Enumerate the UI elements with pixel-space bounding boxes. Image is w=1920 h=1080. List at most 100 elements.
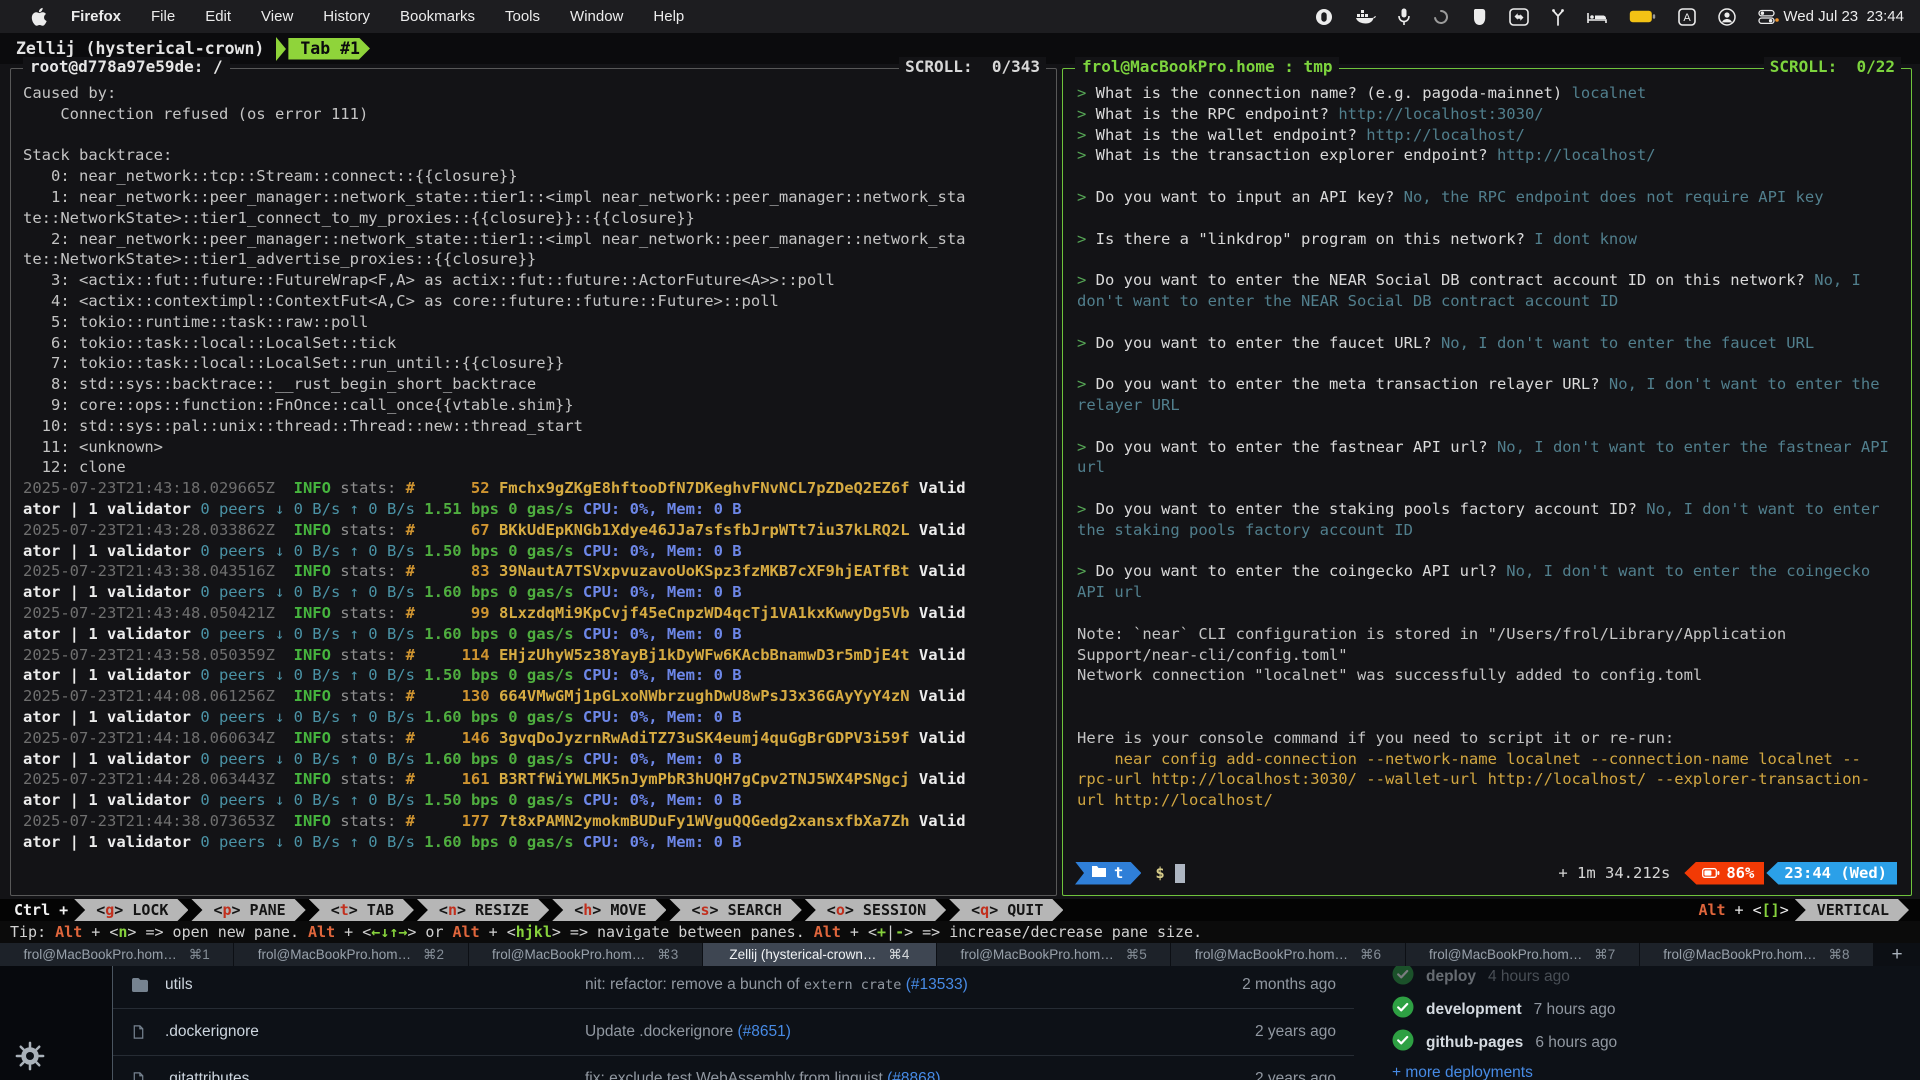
account-icon[interactable] <box>1718 8 1736 26</box>
battery-icon[interactable] <box>1629 10 1656 23</box>
active-app-name[interactable]: Firefox <box>71 8 121 25</box>
browser-tab-2[interactable]: frol@MacBookPro.hom…⌘2 <box>234 943 468 966</box>
settings-gear-icon[interactable] <box>14 1040 46 1072</box>
prompt-status-right: + 1m 34.212s 86% 23:44 (Wed) <box>1558 862 1897 885</box>
control-center-icon[interactable] <box>1758 9 1779 25</box>
record-icon[interactable] <box>1315 8 1333 26</box>
file-name[interactable]: utils <box>165 976 585 994</box>
browser-tab-8[interactable]: frol@MacBookPro.hom…⌘8 <box>1640 943 1874 966</box>
airdrop-icon[interactable] <box>1551 8 1565 26</box>
log-line-wrap: ator | 1 validator 0 peers ↓ 0 B/s ↑ 0 B… <box>23 624 1044 645</box>
clock-badge: 23:44 (Wed) <box>1766 862 1897 885</box>
right-terminal-pane[interactable]: frol@MacBookPro.home : tmp SCROLL: 0/22 … <box>1062 68 1912 896</box>
browser-tab-3[interactable]: frol@MacBookPro.hom…⌘3 <box>469 943 703 966</box>
file-name[interactable]: .dockerignore <box>165 1023 585 1041</box>
file-icon <box>131 1071 151 1080</box>
terminal-output-line <box>23 125 1044 146</box>
log-line: 2025-07-23T21:43:18.029665Z INFO stats: … <box>23 478 1044 499</box>
browser-tab-4[interactable]: Zellij (hysterical-crown…⌘4 <box>703 943 937 966</box>
zellij-tip-line: Tip: Alt + <n> => open new pane. Alt + <… <box>0 921 1920 943</box>
keybinding-search: <s> SEARCH <box>669 899 801 921</box>
menu-item-tools[interactable]: Tools <box>505 8 540 25</box>
command-duration: + 1m 34.212s <box>1558 864 1670 882</box>
file-name[interactable]: .gitattributes <box>165 1070 585 1080</box>
left-terminal-pane[interactable]: root@d778a97e59de: / SCROLL: 0/343 Cause… <box>10 68 1057 896</box>
terminal-output-line: 7: tokio::task::local::LocalSet::run_unt… <box>23 353 1044 374</box>
cli-answer: No, I don't want to enter the faucet URL <box>1441 334 1814 352</box>
menu-item-file[interactable]: File <box>151 8 175 25</box>
microphone-icon[interactable] <box>1398 8 1410 26</box>
browser-tab-label: frol@MacBookPro.hom… <box>1429 947 1582 962</box>
table-row: .dockerignoreUpdate .dockerignore (#8651… <box>113 1009 1354 1056</box>
terminal-cursor[interactable] <box>1175 864 1185 883</box>
log-line-wrap: ator | 1 validator 0 peers ↓ 0 B/s ↑ 0 B… <box>23 790 1044 811</box>
bed-icon[interactable] <box>1587 9 1607 24</box>
file-icon <box>131 1024 151 1040</box>
browser-tab-7[interactable]: frol@MacBookPro.hom… ⌘7 <box>1406 943 1640 966</box>
repo-file-table: utilsnit: refactor: remove a bunch of ex… <box>112 966 1354 1080</box>
menu-item-history[interactable]: History <box>323 8 370 25</box>
screen-sharing-icon[interactable] <box>1509 8 1529 26</box>
commit-message: Update .dockerignore (#8651) <box>585 1023 1186 1041</box>
terminal-output-line: 12: clone <box>23 457 1044 478</box>
deployment-row: deploy4 hours ago <box>1392 966 1920 993</box>
cli-question: > What is the wallet endpoint? http://lo… <box>1077 125 1889 146</box>
more-deployments-link[interactable]: + more deployments <box>1392 1064 1920 1080</box>
apple-icon[interactable] <box>30 7 47 27</box>
browser-tab-label: frol@MacBookPro.hom… <box>1663 947 1816 962</box>
log-line: 2025-07-23T21:43:48.050421Z INFO stats: … <box>23 603 1044 624</box>
menu-item-help[interactable]: Help <box>653 8 684 25</box>
log-line-wrap: ator | 1 validator 0 peers ↓ 0 B/s ↑ 0 B… <box>23 582 1044 603</box>
terminal-window: Zellij (hysterical-crown) Tab #1 root@d7… <box>0 33 1920 943</box>
pr-link[interactable]: (#8651) <box>738 1023 791 1040</box>
keybinding-pane: <p> PANE <box>191 899 305 921</box>
pr-link[interactable]: (#8868) <box>887 1070 940 1080</box>
right-pane-output: > What is the connection name? (e.g. pag… <box>1063 69 1903 811</box>
cli-answer: localnet <box>1572 84 1647 102</box>
spiral-icon[interactable] <box>1432 8 1450 26</box>
deployment-age: 7 hours ago <box>1534 1001 1616 1019</box>
terminal-output-line: 4: <actix::contextimpl::ContextFut<A,C> … <box>23 291 1044 312</box>
left-pane-output: Caused by: Connection refused (os error … <box>11 69 1056 852</box>
browser-tab-1[interactable]: frol@MacBookPro.hom… ⌘1 <box>0 943 234 966</box>
new-tab-button[interactable]: + <box>1874 943 1920 966</box>
log-line: 2025-07-23T21:44:38.073653Z INFO stats: … <box>23 811 1044 832</box>
terminal-output-line: 11: <unknown> <box>23 437 1044 458</box>
deployment-age: 6 hours ago <box>1535 1034 1617 1052</box>
menu-bar-clock[interactable]: Wed Jul 23 23:44 <box>1783 8 1904 25</box>
folder-icon <box>1091 864 1107 882</box>
input-source-icon[interactable]: A <box>1678 8 1696 26</box>
browser-tab-shortcut: ⌘5 <box>1126 947 1147 963</box>
terminal-output-line: 6: tokio::task::local::LocalSet::tick <box>23 333 1044 354</box>
menu-item-bookmarks[interactable]: Bookmarks <box>400 8 475 25</box>
menu-item-view[interactable]: View <box>261 8 293 25</box>
table-row: utilsnit: refactor: remove a bunch of ex… <box>113 966 1354 1009</box>
deployment-row: development 7 hours ago <box>1392 993 1920 1026</box>
menu-item-window[interactable]: Window <box>570 8 623 25</box>
battery-small-icon <box>1702 864 1720 882</box>
browser-tab-label: frol@MacBookPro.hom… <box>23 947 176 962</box>
pr-link[interactable]: (#13533) <box>906 976 968 993</box>
browser-tab-shortcut: ⌘7 <box>1594 947 1615 963</box>
zellij-keybinding-bar: Ctrl + <g> LOCK<p> PANE<t> TAB<n> RESIZE… <box>0 899 1920 921</box>
cli-note: Note: `near` CLI configuration is stored… <box>1077 624 1889 666</box>
terminal-output-line: 3: <actix::fut::future::FutureWrap<F,A> … <box>23 270 1044 291</box>
terminal-output-line: Stack backtrace: <box>23 145 1044 166</box>
terminal-output-line: Caused by: <box>23 83 1044 104</box>
deployment-name[interactable]: github-pages <box>1426 1034 1523 1052</box>
docker-icon[interactable] <box>1355 9 1376 25</box>
browser-tab-shortcut: ⌘1 <box>189 947 210 963</box>
browser-tab-label: frol@MacBookPro.hom… <box>1195 947 1348 962</box>
prompt-symbol: $ <box>1155 864 1164 882</box>
deployment-name[interactable]: development <box>1426 1001 1522 1019</box>
deployment-name[interactable]: deploy <box>1426 968 1476 986</box>
browser-tab-6[interactable]: frol@MacBookPro.hom…⌘6 <box>1171 943 1405 966</box>
folder-icon <box>131 977 151 993</box>
zellij-tab-1[interactable]: Tab #1 <box>288 38 370 60</box>
keybinding-tab: <t> TAB <box>309 899 414 921</box>
keybinding-lock: <g> LOCK <box>74 899 188 921</box>
hand-icon[interactable] <box>1472 8 1487 26</box>
menu-item-edit[interactable]: Edit <box>205 8 231 25</box>
cli-answer: I dont know <box>1534 230 1637 248</box>
browser-tab-5[interactable]: frol@MacBookPro.hom…⌘5 <box>937 943 1171 966</box>
